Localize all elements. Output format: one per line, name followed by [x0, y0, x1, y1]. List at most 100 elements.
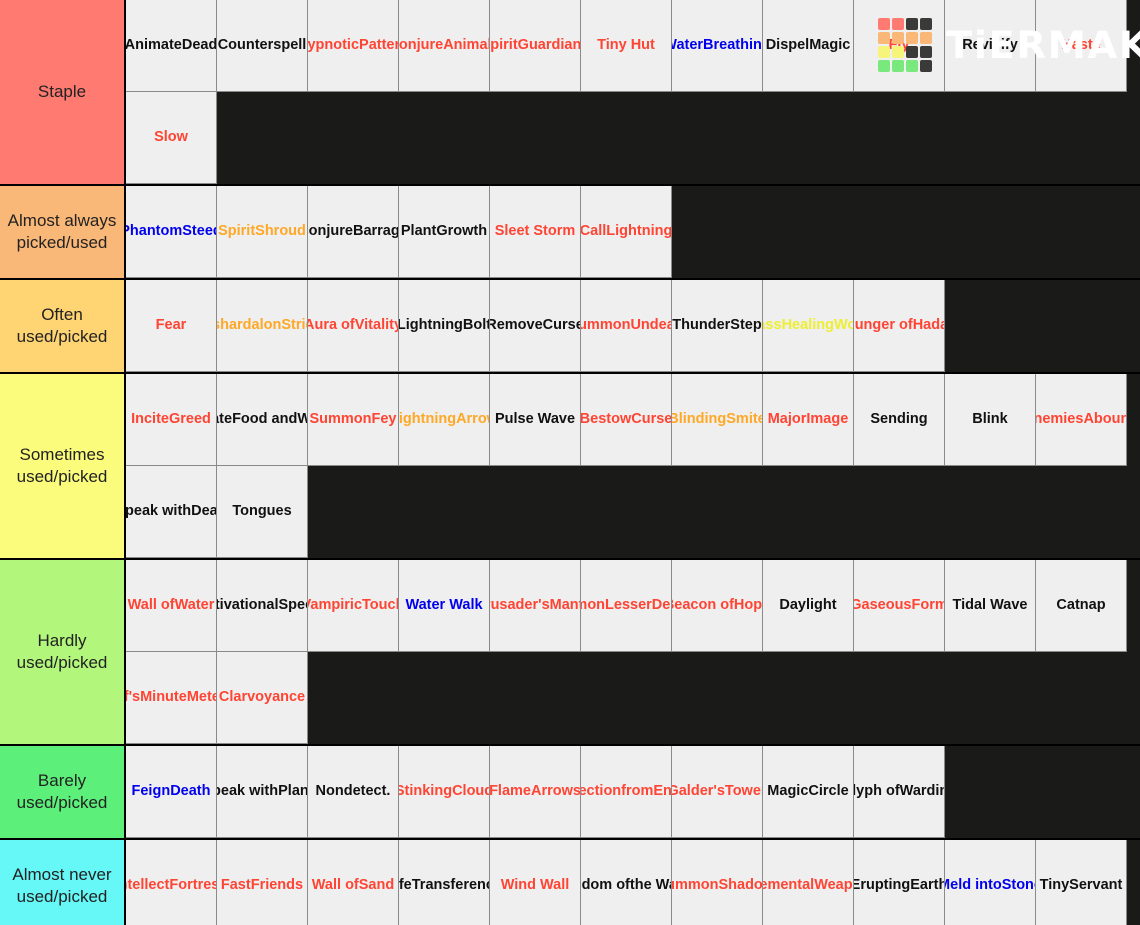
tier-item-tile[interactable]: Slow: [126, 92, 217, 184]
tier-item-tile[interactable]: Dispel Magic: [763, 0, 854, 92]
tier-item-tile[interactable]: Tiny Hut: [581, 0, 672, 92]
tier-item-label-line: Flame: [490, 783, 531, 800]
tier-item-tile[interactable]: Remove Curse: [490, 280, 581, 372]
tier-item-label-line: Fortress: [169, 877, 216, 894]
tier-item-label-line: Bolt: [462, 317, 490, 334]
tier-item-tile[interactable]: Pulse Wave: [490, 374, 581, 466]
tier-item-tile[interactable]: Melf'sMinuteMeteors: [126, 652, 217, 744]
tier-item-tile[interactable]: Glyph ofWarding: [854, 746, 945, 838]
tier-item-tile[interactable]: Counterspell: [217, 0, 308, 92]
tier-item-tile[interactable]: Meld intoStone: [945, 840, 1036, 925]
tier-item-tile[interactable]: Daylight: [763, 560, 854, 652]
tier-item-tile[interactable]: Speak withDead: [126, 466, 217, 558]
tier-label[interactable]: Hardly used/picked: [0, 560, 126, 744]
tier-item-tile[interactable]: Incite Greed: [126, 374, 217, 466]
tier-item-tile[interactable]: Fly: [854, 0, 945, 92]
tier-item-tile[interactable]: Hunger ofHadar: [854, 280, 945, 372]
tier-item-tile[interactable]: Revivify: [945, 0, 1036, 92]
tier-item-label-line: Speak with: [126, 503, 192, 520]
tier-items: InciteGreedCreateFood andWaterSummonFeyL…: [126, 374, 1140, 558]
tier-item-tile[interactable]: VampiricTouch: [308, 560, 399, 652]
tier-item-tile[interactable]: Aura of Vitality: [308, 280, 399, 372]
tier-item-tile[interactable]: Nondetect.: [308, 746, 399, 838]
tier-item-tile[interactable]: Summon Fey: [308, 374, 399, 466]
tier-item-tile[interactable]: SpiritGuardians: [490, 0, 581, 92]
tier-item-tile[interactable]: Fast Friends: [217, 840, 308, 925]
tier-item-tile[interactable]: Stinking Cloud: [399, 746, 490, 838]
tier-item-label-line: Tiny Hut: [597, 37, 655, 54]
tier-item-tile[interactable]: WaterBreathing: [672, 0, 763, 92]
tier-item-tile[interactable]: Tongues: [217, 466, 308, 558]
tier-item-label-line: Clarvoyance: [218, 689, 306, 706]
tier-label[interactable]: Barely used/picked: [0, 746, 126, 838]
tier-item-label-line: Beacon of: [672, 597, 734, 614]
tier-label[interactable]: Sometimes used/picked: [0, 374, 126, 558]
tier-item-tile[interactable]: Crusader'sMantle: [490, 560, 581, 652]
tier-item-tile[interactable]: Clarvoyance: [217, 652, 308, 744]
tier-item-tile[interactable]: Blink: [945, 374, 1036, 466]
tier-item-label-line: Steed: [182, 223, 216, 240]
tier-item-tile[interactable]: Feign Death: [126, 746, 217, 838]
tier-item-label-line: Tongues: [232, 503, 292, 520]
tier-item-label-line: Lesser: [605, 597, 652, 614]
tier-item-tile[interactable]: Bestow Curse: [581, 374, 672, 466]
tier-item-label-line: Arrows: [530, 783, 581, 800]
tier-item-tile[interactable]: Freedom ofthe Waves: [581, 840, 672, 925]
tier-item-tile[interactable]: AshardalonStride: [217, 280, 308, 372]
tier-item-label-line: Thunder: [672, 317, 731, 334]
tier-item-label-line: Speak with: [217, 783, 279, 800]
tier-item-label-line: Tower: [724, 783, 763, 800]
tier-item-tile[interactable]: Erupting Earth: [854, 840, 945, 925]
tier-item-tile[interactable]: Tidal Wave: [945, 560, 1036, 652]
tier-label[interactable]: Almost never used/picked: [0, 840, 126, 925]
tier-item-tile[interactable]: Flame Arrows: [490, 746, 581, 838]
tier-item-tile[interactable]: HypnoticPattern: [308, 0, 399, 92]
tier-item-tile[interactable]: Magic Circle: [763, 746, 854, 838]
tier-item-tile[interactable]: MotivationalSpeech: [217, 560, 308, 652]
tier-label[interactable]: Often used/picked: [0, 280, 126, 372]
tier-item-tile[interactable]: Water Walk: [399, 560, 490, 652]
tier-item-tile[interactable]: Animate Dead: [126, 0, 217, 92]
tier-item-tile[interactable]: Gaseous Form: [854, 560, 945, 652]
tier-item-tile[interactable]: Lightning Bolt: [399, 280, 490, 372]
tier-item-tile[interactable]: LightningArrow: [399, 374, 490, 466]
tier-item-tile[interactable]: CreateFood andWater: [217, 374, 308, 466]
tier-item-tile[interactable]: SummonShadow.: [672, 840, 763, 925]
tier-item-tile[interactable]: PhantomSteed: [126, 186, 217, 278]
tier-item-label-line: Incite: [131, 411, 169, 428]
tier-item-tile[interactable]: Beacon ofHope: [672, 560, 763, 652]
tier-item-tile[interactable]: Major Image: [763, 374, 854, 466]
tier-item-tile[interactable]: Wind Wall: [490, 840, 581, 925]
tier-item-tile[interactable]: Plant Growth: [399, 186, 490, 278]
tier-item-tile[interactable]: ElementalWeapon: [763, 840, 854, 925]
tier-item-tile[interactable]: ConjureAnimals: [399, 0, 490, 92]
tier-item-tile[interactable]: MassHealingWord: [763, 280, 854, 372]
tier-item-tile[interactable]: Catnap: [1036, 560, 1127, 652]
tier-item-label-line: Pattern: [359, 37, 398, 54]
tier-item-tile[interactable]: SummonUndead: [581, 280, 672, 372]
tier-item-tile[interactable]: Speak withPlants: [217, 746, 308, 838]
tier-item-tile[interactable]: Spirit Shroud: [217, 186, 308, 278]
tier-item-tile[interactable]: Tiny Servant: [1036, 840, 1127, 925]
tier-item-tile[interactable]: Galder's Tower: [672, 746, 763, 838]
tier-item-tile[interactable]: Sleet Storm: [490, 186, 581, 278]
tier-item-tile[interactable]: Haste: [1036, 0, 1127, 92]
tier-item-tile[interactable]: Fear: [126, 280, 217, 372]
tier-row: StapleAnimateDeadCounterspellHypnoticPat…: [0, 0, 1140, 186]
tier-item-tile[interactable]: ConjureBarrage: [308, 186, 399, 278]
tier-item-tile[interactable]: EnemiesAbound: [1036, 374, 1127, 466]
tier-item-tile[interactable]: ProtectionfromEnergy: [581, 746, 672, 838]
tier-item-tile[interactable]: Sending: [854, 374, 945, 466]
tier-item-tile[interactable]: IntellectFortress: [126, 840, 217, 925]
tier-item-tile[interactable]: Call Lightning: [581, 186, 672, 278]
tier-item-tile[interactable]: Wall of Sand: [308, 840, 399, 925]
tier-label[interactable]: Staple: [0, 0, 126, 184]
tier-item-label-line: Transference: [411, 877, 489, 894]
tier-item-tile[interactable]: Thunder Step: [672, 280, 763, 372]
tier-item-tile[interactable]: SummonLesserDemons: [581, 560, 672, 652]
tier-item-tile[interactable]: LifeTransference: [399, 840, 490, 925]
tier-item-tile[interactable]: Wall of Water: [126, 560, 217, 652]
tier-item-tile[interactable]: Blinding Smite: [672, 374, 763, 466]
tier-label[interactable]: Almost always picked/used: [0, 186, 126, 278]
tier-item-label-line: Summon: [309, 411, 372, 428]
